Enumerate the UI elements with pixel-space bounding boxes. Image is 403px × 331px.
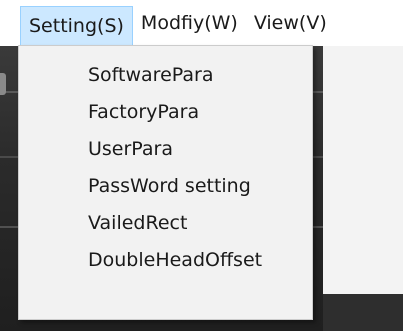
menu-item-software-para[interactable]: SoftwarePara [19, 56, 312, 93]
menu-item-double-head-offset[interactable]: DoubleHeadOffset [19, 241, 312, 278]
menu-bar-spacer [0, 0, 20, 46]
menu-setting[interactable]: Setting(S) [20, 6, 133, 46]
menu-item-factory-para[interactable]: FactoryPara [19, 93, 312, 130]
menu-item-user-para[interactable]: UserPara [19, 130, 312, 167]
background-edge-widget [0, 73, 6, 95]
menu-view[interactable]: View(V) [246, 0, 335, 46]
menu-modify[interactable]: Modfiy(W) [133, 0, 246, 46]
menu-item-vailed-rect[interactable]: VailedRect [19, 204, 312, 241]
menu-item-password-setting[interactable]: PassWord setting [19, 167, 312, 204]
background-panel [323, 46, 403, 331]
menu-bar: Setting(S) Modfiy(W) View(V) [0, 0, 403, 46]
app-window: Setting(S) Modfiy(W) View(V) SoftwarePar… [0, 0, 403, 331]
setting-dropdown-menu: SoftwarePara FactoryPara UserPara PassWo… [18, 45, 313, 320]
background-panel-bar [323, 294, 403, 331]
